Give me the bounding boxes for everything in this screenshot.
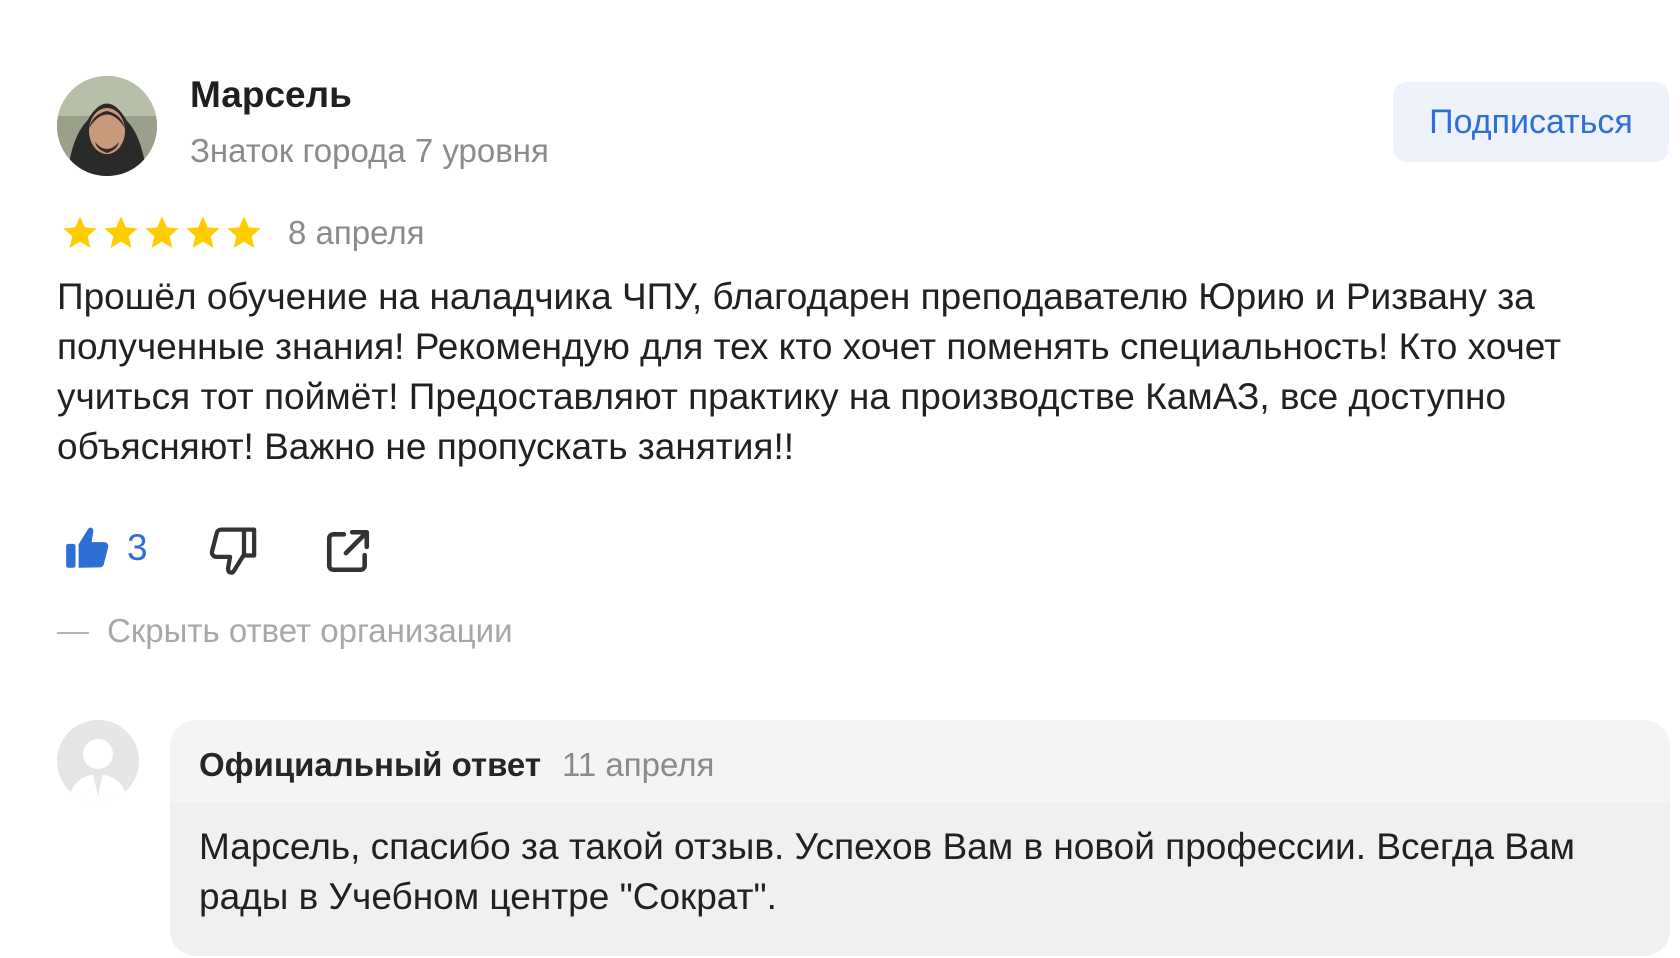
star-icon (145, 216, 179, 248)
share-button[interactable] (323, 526, 373, 576)
toggle-org-reply-label: Скрыть ответ организации (107, 612, 513, 649)
org-reply-body: Марсель, спасибо за такой отзыв. Успехов… (170, 802, 1670, 956)
like-count: 3 (127, 527, 148, 568)
star-icon (63, 216, 97, 248)
review-date: 8 апреля (288, 214, 425, 251)
share-icon (326, 529, 370, 573)
star-icon (186, 216, 220, 248)
default-user-icon (57, 720, 139, 802)
review-card: Марсель Знаток города 7 уровня Подписать… (0, 0, 1680, 958)
star-icon (104, 216, 138, 248)
org-reply-text: Марсель, спасибо за такой отзыв. Успехов… (199, 826, 1575, 917)
dash-icon (57, 632, 89, 635)
toggle-org-reply-link[interactable]: Скрыть ответ организации (57, 612, 513, 650)
org-reply: Официальный ответ 11 апреля Марсель, спа… (170, 720, 1670, 956)
thumbs-down-icon (209, 527, 257, 575)
like-button[interactable]: 3 (63, 518, 148, 578)
dislike-button[interactable] (208, 524, 262, 578)
star-icon (227, 216, 261, 248)
review-text: Прошёл обучение на наладчика ЧПУ, благод… (57, 276, 1562, 467)
rating-stars (60, 213, 264, 253)
org-reply-label: Официальный ответ (199, 746, 542, 783)
subscribe-button[interactable]: Подписаться (1393, 82, 1669, 162)
org-reply-date: 11 апреля (562, 746, 715, 783)
author-photo (57, 76, 157, 176)
org-avatar[interactable] (57, 720, 139, 802)
thumbs-up-icon (66, 527, 109, 568)
author-level: Знаток города 7 уровня (190, 132, 549, 169)
author-avatar[interactable] (57, 76, 157, 176)
author-name[interactable]: Марсель (190, 74, 352, 116)
